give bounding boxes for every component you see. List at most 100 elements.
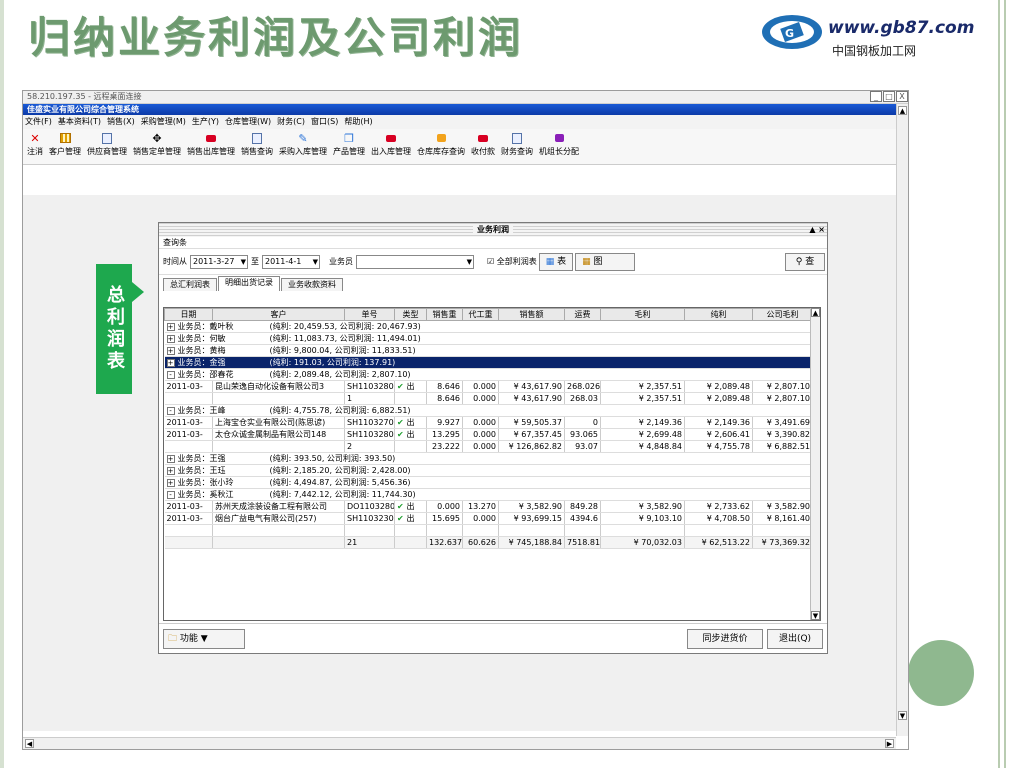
column-header[interactable]: 单号 <box>344 308 395 321</box>
expand-icon[interactable]: + <box>166 346 175 355</box>
to-date-field[interactable]: 2011-4-1 ▼ <box>262 254 320 269</box>
column-header[interactable]: 运费 <box>564 308 601 321</box>
group-row[interactable]: + 业务员：何敏 (纯利: 11,083.73, 公司利润: 11,494.01) <box>164 332 813 345</box>
empty-cell <box>394 392 427 405</box>
group-row[interactable]: + 业务员：金强 (纯利: 191.03, 公司利润: 137.91) <box>164 356 813 369</box>
empty-cell <box>394 536 427 549</box>
grid-scroll-up-icon[interactable]: ▲ <box>811 308 820 317</box>
menu-item[interactable]: 财务(C) <box>277 115 305 129</box>
dialog-controls[interactable]: ▲ × <box>809 223 825 237</box>
group-row[interactable]: + 业务员：王珏 (纯利: 2,185.20, 公司利润: 2,428.00) <box>164 464 813 477</box>
toolbar-button[interactable]: 仓库库存查询 <box>415 129 467 164</box>
grid-scrollbar[interactable]: ▲ ▼ <box>810 308 820 620</box>
column-header[interactable]: 代工重 <box>462 308 499 321</box>
search-button[interactable]: ⚲ 查 <box>785 253 825 271</box>
collapse-icon[interactable]: - <box>166 370 175 379</box>
chart-view-button[interactable]: ▦ 图 <box>575 252 636 271</box>
menu-item[interactable]: 窗口(S) <box>311 115 338 129</box>
column-header[interactable]: 公司毛利 <box>752 308 813 321</box>
group-row[interactable]: + 业务员：戴叶秋 (纯利: 20,459.53, 公司利润: 20,467.93) <box>164 320 813 333</box>
table-row[interactable]: 2011-03- 上海宝仓实业有限公司(陈思谚) SH11032700 ✔ 出 9.92… <box>164 416 813 429</box>
toolbar-button[interactable]: ✎ 采购入库管理 <box>277 129 329 164</box>
column-header[interactable]: 毛利 <box>600 308 685 321</box>
chevron-down-icon[interactable]: ▼ <box>467 257 472 267</box>
all-profit-checkbox[interactable]: ☑ 全部利润表 <box>487 256 537 267</box>
menu-item[interactable]: 基本资料(T) <box>58 115 101 129</box>
group-row[interactable]: + 业务员：张小玲 (纯利: 4,494.87, 公司利润: 5,456.36) <box>164 476 813 489</box>
menu-item[interactable]: 采购管理(M) <box>141 115 186 129</box>
toolbar-button[interactable]: 客户管理 <box>47 129 83 164</box>
subtotal-cell: 8.646 <box>426 392 463 405</box>
order-no-cell: SH11032800 <box>344 428 395 441</box>
maximize-button[interactable]: □ <box>883 91 895 102</box>
expand-icon[interactable]: + <box>166 454 175 463</box>
scroll-up-icon[interactable]: ▲ <box>898 106 907 115</box>
toolbar-button[interactable]: ✥ 销售定单管理 <box>131 129 183 164</box>
menu-item[interactable]: 销售(X) <box>107 115 135 129</box>
expand-icon[interactable]: + <box>166 466 175 475</box>
table-row[interactable]: 2011-03-苏州天成涂装设备工程有限公司DO11032800✔ 出0.000… <box>164 500 813 513</box>
chevron-down-icon[interactable]: ▼ <box>313 257 318 267</box>
group-row[interactable]: - 业务员：邵春花 (纯利: 2,089.48, 公司利润: 2,807.10) <box>164 368 813 381</box>
profit-grid[interactable]: 日期 客户 单号 类型 销售重 代工重 销售额 运费 毛利 纯利 公司毛利 + 业务员：戴叶秋 (纯利:… <box>163 307 821 621</box>
scroll-down-icon[interactable]: ▼ <box>898 711 907 720</box>
column-header[interactable]: 销售额 <box>498 308 565 321</box>
close-button[interactable]: X <box>896 91 908 102</box>
exit-button[interactable]: 退出(Q) <box>767 629 823 649</box>
group-row[interactable]: - 业务员：奚秋江 (纯利: 7,442.12, 公司利润: 11,744.30) <box>164 488 813 501</box>
menu-item[interactable]: 仓库管理(W) <box>225 115 271 129</box>
toolbar-button[interactable]: 销售查询 <box>239 129 275 164</box>
function-button[interactable]: 🗀 功能 ▼ <box>163 629 245 649</box>
group-row[interactable]: + 业务员：王强 (纯利: 393.50, 公司利润: 393.50) <box>164 452 813 465</box>
menu-item[interactable]: 文件(F) <box>25 115 52 129</box>
table-view-button[interactable]: ▦ 表 <box>538 252 574 271</box>
from-date-value: 2011-3-27 <box>193 256 235 266</box>
expand-icon[interactable]: + <box>166 334 175 343</box>
value-cell: ¥ 2,699.48 <box>600 428 685 441</box>
from-date-field[interactable]: 2011-3-27 ▼ <box>190 254 248 269</box>
table-row[interactable]: 2011-03- 烟台广益电气有限公司(257) SH11032301 ✔ 出 15.6… <box>164 512 813 525</box>
table-row[interactable]: 2011-03- 太仓众诚金属制品有限公司148 SH11032800 ✔ 出 13.2… <box>164 428 813 441</box>
toolbar-button[interactable]: 收付款 <box>469 129 497 164</box>
remote-vertical-scrollbar[interactable]: ▲ ▼ <box>896 104 908 736</box>
empty-cell <box>462 524 499 537</box>
expand-icon[interactable]: + <box>166 478 175 487</box>
expand-icon[interactable]: + <box>166 322 175 331</box>
group-row[interactable]: - 业务员：王峰 (纯利: 4,755.78, 公司利润: 6,882.51) <box>164 404 813 417</box>
column-header[interactable]: 纯利 <box>684 308 753 321</box>
slide-title: 归纳业务利润及公司利润 <box>28 13 524 62</box>
remote-horizontal-scrollbar[interactable]: ◀ ▶ <box>23 737 896 749</box>
toolbar-button[interactable]: 销售出库管理 <box>185 129 237 164</box>
tab[interactable]: 明细出货记录 <box>218 276 280 291</box>
salesman-select[interactable]: ▼ <box>356 254 474 269</box>
tab[interactable]: 业务收款资料 <box>281 278 343 291</box>
toolbar-button[interactable]: ✕ 注消 <box>25 129 45 164</box>
chevron-down-icon[interactable]: ▼ <box>241 257 246 267</box>
menu-item[interactable]: 生产(Y) <box>192 115 219 129</box>
group-cell: + 业务员：王强 (纯利: 393.50, 公司利润: 393.50) <box>164 452 813 465</box>
scroll-left-icon[interactable]: ◀ <box>25 739 34 748</box>
sync-price-button[interactable]: 同步进货价 <box>687 629 763 649</box>
empty-cell <box>564 524 601 537</box>
toolbar-button[interactable]: 财务查询 <box>499 129 535 164</box>
grid-scroll-down-icon[interactable]: ▼ <box>811 611 820 620</box>
toolbar-button[interactable]: 机组长分配 <box>537 129 581 164</box>
toolbar-button[interactable]: ❐ 产品管理 <box>331 129 367 164</box>
toolbar-button[interactable]: 出入库管理 <box>369 129 413 164</box>
column-header[interactable]: 销售重 <box>426 308 463 321</box>
table-row[interactable]: 2011-03- 昆山荣逸自动化设备有限公司3 SH11032800 ✔ 出 8.646… <box>164 380 813 393</box>
tab[interactable]: 总汇利润表 <box>163 278 217 291</box>
column-header[interactable]: 类型 <box>394 308 427 321</box>
menu-item[interactable]: 帮助(H) <box>344 115 372 129</box>
toolbar-button[interactable]: 供应商管理 <box>85 129 129 164</box>
type-value: 出 <box>406 502 415 511</box>
group-row[interactable]: + 业务员：黄梅 (纯利: 9,800.04, 公司利润: 11,833.51) <box>164 344 813 357</box>
minimize-button[interactable]: _ <box>870 91 882 102</box>
scroll-right-icon[interactable]: ▶ <box>885 739 894 748</box>
column-header[interactable]: 客户 <box>212 308 345 321</box>
collapse-icon[interactable]: - <box>166 490 175 499</box>
value-cell: ¥ 3,390.82 <box>752 428 813 441</box>
expand-icon[interactable]: + <box>166 358 175 367</box>
collapse-icon[interactable]: - <box>166 406 175 415</box>
column-header[interactable]: 日期 <box>164 308 213 321</box>
